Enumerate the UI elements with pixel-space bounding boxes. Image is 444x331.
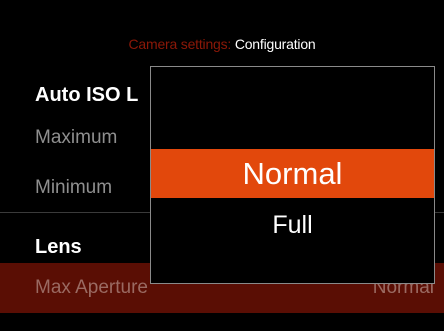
section-lens: Lens <box>35 236 82 258</box>
option-full[interactable]: Full <box>151 205 434 245</box>
menu-item-minimum[interactable]: Minimum <box>35 177 112 199</box>
menu-item-maximum[interactable]: Maximum <box>35 127 117 149</box>
section-auto-iso: Auto ISO L <box>35 84 139 106</box>
camera-settings-screen: Camera settings: Configuration Auto ISO … <box>0 0 444 331</box>
header-category: Camera settings: <box>128 36 232 52</box>
max-aperture-label: Max Aperture <box>35 277 148 298</box>
option-popup: Normal Full <box>150 66 435 284</box>
header-title: Configuration <box>234 36 316 52</box>
option-normal[interactable]: Normal <box>151 149 434 198</box>
